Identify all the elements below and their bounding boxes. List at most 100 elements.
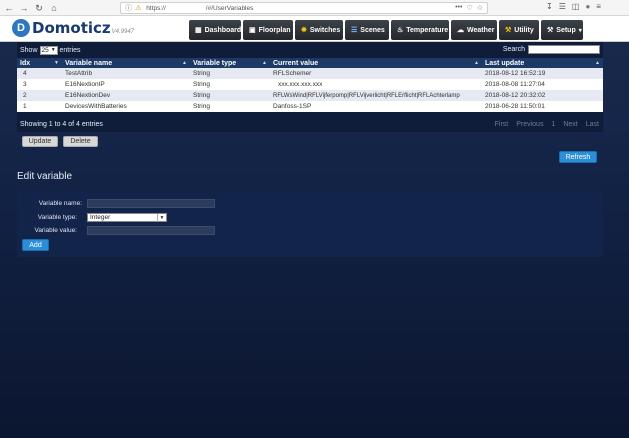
cell-value: xxx.xxx.xxx.xxx: [270, 79, 482, 90]
lock-warning-icon: ⚠: [135, 5, 142, 12]
menu-label: Utility: [514, 26, 534, 34]
entries-value: 25: [41, 46, 49, 54]
variable-type-select[interactable]: Integer ▼: [87, 213, 167, 222]
menu-label: Scenes: [360, 26, 385, 34]
pocket-icon[interactable]: ♡: [466, 4, 472, 12]
pager-last[interactable]: Last: [586, 121, 599, 128]
edit-variable-title: Edit variable: [17, 171, 73, 182]
cell-updated: 2018-08-12 16:52:19: [482, 68, 603, 79]
app-logo[interactable]: D Domoticz V4.9947: [12, 19, 134, 37]
show-label: Show: [20, 46, 38, 54]
header-label: Variable type: [193, 59, 237, 67]
add-button[interactable]: Add: [22, 239, 49, 251]
sidebar-icon[interactable]: ◫: [572, 2, 580, 11]
column-header-idx[interactable]: Idx ▼: [17, 58, 62, 68]
back-arrow-icon[interactable]: ←: [3, 2, 15, 14]
cell-idx: 4: [17, 68, 62, 79]
variable-type-value: Integer: [90, 214, 111, 221]
bookmark-star-icon[interactable]: ☆: [477, 4, 483, 12]
cell-type: String: [190, 90, 270, 101]
column-header-last-update[interactable]: Last update ▲: [482, 58, 603, 68]
cell-updated: 2018-08-12 20:32:02: [482, 90, 603, 101]
download-icon[interactable]: ↧: [546, 2, 553, 11]
entries-select[interactable]: 25 ▼: [39, 45, 58, 55]
menu-floorplan[interactable]: ▣ Floorplan: [243, 20, 293, 40]
logo-text: Domoticz: [32, 19, 111, 37]
delete-button[interactable]: Delete: [63, 136, 98, 147]
variable-value-input[interactable]: [87, 226, 215, 235]
menu-weather[interactable]: ☁ Weather: [451, 20, 497, 40]
info-icon: ⓘ: [125, 5, 132, 12]
sort-icon: ▲: [595, 60, 600, 66]
variable-name-input[interactable]: [87, 199, 215, 208]
menu-label: Temperature: [406, 26, 449, 34]
table-row[interactable]: 2 E16NextionDev String RFLWsWind|RFLVijf…: [17, 90, 603, 101]
page-actions-icon[interactable]: •••: [455, 4, 462, 12]
column-header-variable-type[interactable]: Variable type ▲: [190, 58, 270, 68]
hamburger-menu-icon[interactable]: ≡: [596, 2, 601, 11]
table-row[interactable]: 1 DevicesWithBatteries String Danfoss-1S…: [17, 101, 603, 112]
domoticz-logo-icon: D: [12, 19, 30, 37]
cell-name: DevicesWithBatteries: [62, 101, 190, 112]
cell-type: String: [190, 79, 270, 90]
entries-label: entries: [59, 46, 81, 54]
floorplan-icon: ▣: [249, 27, 256, 34]
url-bar[interactable]: ⓘ ⚠ https:// /#/UserVariables ••• ♡ ☆: [120, 2, 488, 14]
menu-label: Dashboard: [204, 26, 242, 34]
cell-idx: 3: [17, 79, 62, 90]
pager-previous[interactable]: Previous: [516, 121, 543, 128]
app-header: D Domoticz V4.9947 ▦ Dashboard ▣ Floorpl…: [0, 16, 629, 42]
cell-value: RFLWsWind|RFLVijferpomp|RFLVijverlicht|R…: [270, 90, 482, 101]
menu-label: Setup: [556, 26, 576, 34]
menu-scenes[interactable]: ☰ Scenes: [345, 20, 389, 40]
menu-dashboard[interactable]: ▦ Dashboard: [189, 20, 241, 40]
menu-label: Weather: [467, 26, 495, 34]
menu-label: Floorplan: [258, 26, 291, 34]
table-row[interactable]: 3 E16NextionIP String xxx.xxx.xxx.xxx 20…: [17, 79, 603, 90]
menu-label: Switches: [309, 26, 341, 34]
cell-idx: 2: [17, 90, 62, 101]
header-label: Last update: [485, 59, 525, 67]
refresh-button[interactable]: Refresh: [559, 151, 597, 163]
menu-temperature[interactable]: ♨ Temperature: [391, 20, 449, 40]
sort-icon: ▲: [182, 60, 187, 66]
addon-icon[interactable]: ●: [585, 2, 590, 11]
column-header-current-value[interactable]: Current value ▲: [270, 58, 482, 68]
cell-name: TestAttrib: [62, 68, 190, 79]
home-icon[interactable]: ⌂: [48, 2, 60, 14]
cell-type: String: [190, 68, 270, 79]
search-input[interactable]: [528, 45, 600, 54]
table-search: Search: [503, 45, 600, 54]
variable-value-label: Variable value:: [34, 227, 77, 234]
library-icon[interactable]: ☰: [559, 2, 566, 11]
update-button[interactable]: Update: [22, 136, 58, 147]
header-label: Current value: [273, 59, 319, 67]
browser-toolbar: ← → ↻ ⌂ ⓘ ⚠ https:// /#/UserVariables ••…: [0, 0, 629, 16]
chevron-down-icon: ▼: [157, 214, 166, 222]
chevron-down-icon: ▼: [50, 47, 56, 53]
variables-table: Idx ▼ Variable name ▲ Variable type ▲ Cu…: [17, 58, 603, 112]
menu-switches[interactable]: ✹ Switches: [295, 20, 343, 40]
pager-first[interactable]: First: [495, 121, 509, 128]
entries-length-control: Show 25 ▼ entries: [20, 45, 81, 55]
dashboard-icon: ▦: [195, 27, 202, 34]
sort-desc-icon: ▼: [54, 60, 59, 66]
sort-icon: ▲: [262, 60, 267, 66]
pagination: First Previous 1 Next Last: [495, 121, 599, 128]
header-label: Variable name: [65, 59, 113, 67]
table-row[interactable]: 4 TestAttrib String RFLSchemer 2018-08-1…: [17, 68, 603, 79]
table-info: Showing 1 to 4 of 4 entries: [20, 121, 103, 128]
menu-utility[interactable]: ⚒ Utility: [499, 20, 539, 40]
pager-next[interactable]: Next: [563, 121, 577, 128]
pager-page-1[interactable]: 1: [551, 121, 555, 128]
reload-icon[interactable]: ↻: [33, 2, 45, 14]
menu-setup[interactable]: ⚒ Setup ▾: [541, 20, 583, 40]
column-header-variable-name[interactable]: Variable name ▲: [62, 58, 190, 68]
forward-arrow-icon[interactable]: →: [18, 2, 30, 14]
cell-updated: 2018-08-08 11:27:04: [482, 79, 603, 90]
chevron-down-icon: ▾: [578, 27, 582, 34]
url-text: https://: [146, 4, 166, 12]
search-label: Search: [502, 46, 525, 53]
cloud-icon: ☁: [457, 27, 464, 34]
cell-name: E16NextionIP: [62, 79, 190, 90]
